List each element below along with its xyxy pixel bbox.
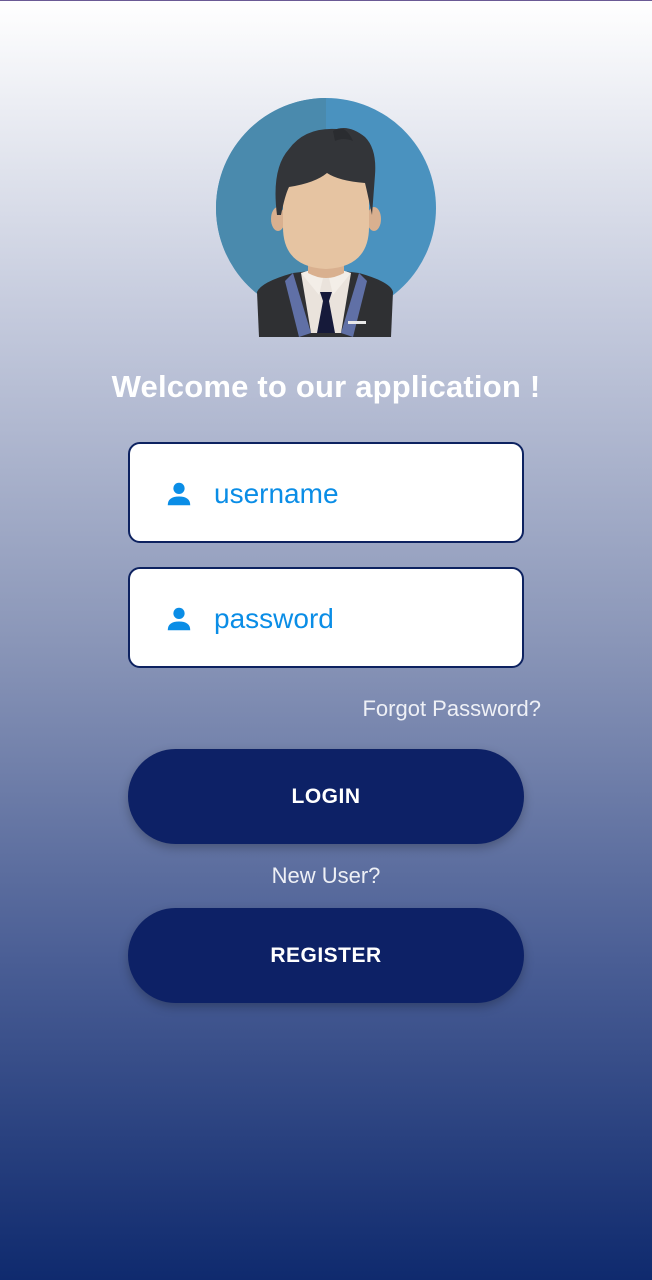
password-input[interactable] <box>214 589 504 649</box>
new-user-label: New User? <box>271 863 381 888</box>
username-field[interactable] <box>128 442 524 543</box>
password-field[interactable] <box>128 567 524 668</box>
username-input[interactable] <box>214 464 504 524</box>
avatar <box>215 97 437 337</box>
login-button[interactable]: LOGIN <box>128 749 524 844</box>
login-screen: Welcome to our application ! Forgot Pass… <box>0 0 652 1280</box>
welcome-title: Welcome to our application ! <box>111 369 541 404</box>
forgot-password-link[interactable]: Forgot Password? <box>362 696 541 722</box>
person-icon <box>167 482 191 506</box>
register-button[interactable]: REGISTER <box>128 908 524 1003</box>
avatar-illustration <box>216 98 436 337</box>
person-icon <box>167 607 191 631</box>
